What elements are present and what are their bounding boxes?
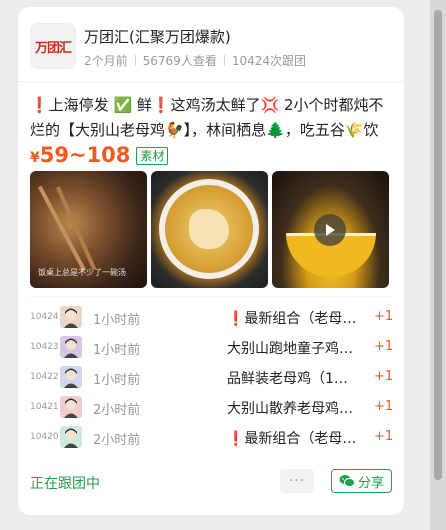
order-number: 10420 [30,432,59,442]
video-thumbnail[interactable] [272,171,389,288]
shop-meta: 2个月前 56769人查看 10424次跟团 [84,52,306,69]
share-label: 分享 [357,475,384,491]
following-status[interactable]: 正在跟团中 [30,473,100,493]
order-row[interactable]: 10423 1小时前 大别山跑地童子鸡… +1 [30,333,394,363]
meta-divider [134,55,136,66]
order-quantity: +1 [374,339,394,354]
avatar [60,396,82,418]
photo-caption: 饭桌上总是不少了一碗汤 [38,268,126,277]
shop-header[interactable]: 万团汇 万团汇(汇聚万团爆款) 2个月前 56769人查看 10424次跟团 [30,23,390,75]
order-item-title[interactable]: 大别山散养老母鸡… [227,398,359,418]
material-tag[interactable]: 素材 [136,147,169,165]
order-row[interactable]: 10424 1小时前 ❗最新组合（老母鸡… +1 [30,303,394,333]
price-row: ¥ 59~108 素材 [30,143,169,169]
photo-chicken-stew[interactable]: 饭桌上总是不少了一碗汤 [30,171,147,288]
order-time: 1小时前 [93,343,141,358]
order-item-title[interactable]: ❗最新组合（老母… [227,428,359,448]
more-button[interactable]: ··· [280,469,314,493]
card-footer: 正在跟团中 ··· 分享 [30,469,392,495]
order-number: 10422 [30,372,59,382]
share-button[interactable]: 分享 [331,469,392,493]
order-item-title[interactable]: ❗最新组合（老母鸡… [227,308,359,328]
orders-divider [30,296,392,297]
photo-soup-bowl[interactable] [151,171,268,288]
order-quantity: +1 [374,309,394,324]
avatar [60,306,82,328]
order-item-title[interactable]: 品鲜装老母鸡（1… [227,368,359,388]
order-quantity: +1 [374,369,394,384]
order-time: 1小时前 [93,313,141,328]
order-time: 2小时前 [93,403,141,418]
price-range: 59~108 [39,143,131,167]
order-row[interactable]: 10420 2小时前 ❗最新组合（老母… +1 [30,423,394,453]
avatar [60,336,82,358]
play-icon[interactable] [314,214,346,246]
group-buy-card[interactable]: 万团汇 万团汇(汇聚万团爆款) 2个月前 56769人查看 10424次跟团 ❗… [18,7,404,515]
order-number: 10423 [30,342,59,352]
order-number: 10421 [30,402,59,412]
scrollbar-thumb[interactable] [434,10,442,480]
follow-count: 10424次跟团 [231,54,307,68]
order-quantity: +1 [374,399,394,414]
order-quantity: +1 [374,429,394,444]
order-item-title[interactable]: 大别山跑地童子鸡… [227,338,359,358]
post-description[interactable]: ❗上海停发 ✅ 鲜❗这鸡汤太鲜了💢 2小个时都炖不烂的【大别山老母鸡🐓】，林间栖… [30,93,390,143]
posted-time: 2个月前 [84,54,128,68]
shop-logo-text: 万团汇 [34,40,72,56]
meta-divider [223,55,225,66]
shop-logo[interactable]: 万团汇 [30,23,76,69]
order-time: 1小时前 [93,373,141,388]
order-list: 10424 1小时前 ❗最新组合（老母鸡… +1 10423 1小时前 大别山跑… [30,303,394,453]
order-row[interactable]: 10421 2小时前 大别山散养老母鸡… +1 [30,393,394,423]
chicken-shape [189,209,229,249]
photo-gallery: 饭桌上总是不少了一碗汤 [30,171,390,289]
avatar [60,366,82,388]
price-symbol: ¥ [30,150,40,166]
header-divider [18,81,404,82]
more-icon: ··· [288,473,306,489]
avatar [60,426,82,448]
shop-name[interactable]: 万团汇(汇聚万团爆款) [84,26,231,47]
order-row[interactable]: 10422 1小时前 品鲜装老母鸡（1… +1 [30,363,394,393]
wechat-icon [339,475,355,487]
view-count: 56769人查看 [142,54,217,68]
scrollbar-track[interactable] [430,0,446,530]
order-number: 10424 [30,312,59,322]
order-time: 2小时前 [93,433,141,448]
